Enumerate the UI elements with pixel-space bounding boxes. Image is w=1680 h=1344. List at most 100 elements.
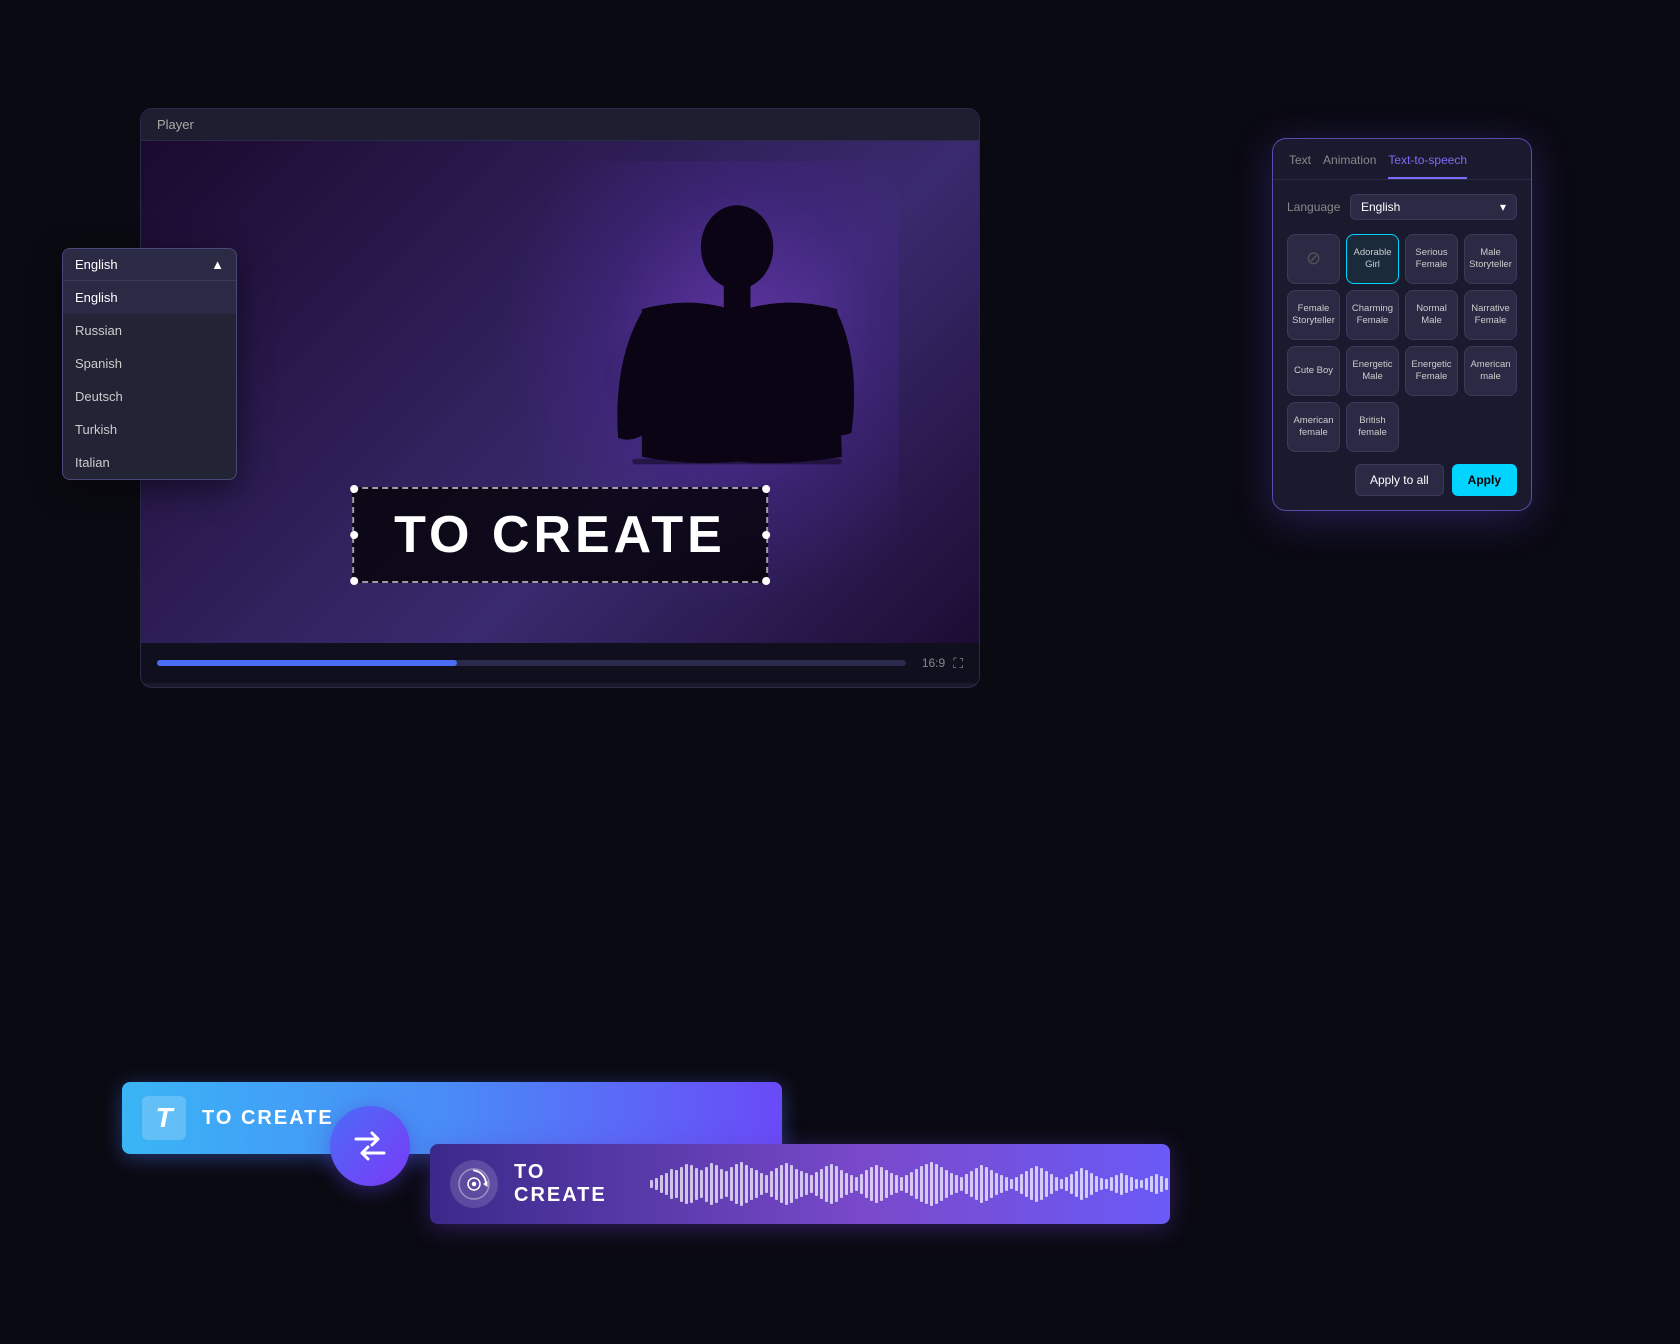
voice-option-energetic-female[interactable]: Energetic Female — [1405, 346, 1458, 396]
waveform-bar — [710, 1163, 713, 1205]
waveform-bar — [1125, 1175, 1128, 1193]
waveform-bar — [910, 1172, 913, 1196]
waveform-bar — [705, 1167, 708, 1202]
waveform-bar — [1060, 1179, 1063, 1189]
mute-icon: ⊘ — [1306, 247, 1321, 270]
waveform-bar — [895, 1175, 898, 1193]
lang-option-russian[interactable]: Russian — [63, 314, 236, 347]
waveform-bar — [820, 1169, 823, 1199]
waveform-bar — [1135, 1179, 1138, 1189]
waveform-bar — [850, 1175, 853, 1193]
lang-option-spanish[interactable]: Spanish — [63, 347, 236, 380]
waveform-bar — [890, 1173, 893, 1195]
swap-icon-button[interactable] — [330, 1106, 410, 1186]
waveform-bar — [1090, 1173, 1093, 1195]
waveform-bar — [1115, 1175, 1118, 1193]
waveform-bar — [1010, 1179, 1013, 1189]
voice-option-charming-female[interactable]: Charming Female — [1346, 290, 1399, 340]
voice-option-adorable-girl[interactable]: Adorable Girl — [1346, 234, 1399, 284]
waveform-bar — [1150, 1176, 1153, 1192]
dropdown-header[interactable]: English ▲ — [63, 249, 236, 281]
voice-option-cute-boy[interactable]: Cute Boy — [1287, 346, 1340, 396]
tab-tts[interactable]: Text-to-speech — [1388, 153, 1467, 179]
waveform-bar — [965, 1174, 968, 1194]
timeline-fill — [157, 660, 457, 666]
waveform-bar — [795, 1169, 798, 1199]
waveform-bar — [780, 1165, 783, 1203]
waveform-bar — [1075, 1171, 1078, 1197]
waveform-bar — [1065, 1177, 1068, 1191]
waveform-bar — [935, 1164, 938, 1204]
waveform-bar — [1020, 1174, 1023, 1194]
voice-option-american-female[interactable]: American female — [1287, 402, 1340, 452]
text-track-label: TO CREATE — [202, 1107, 334, 1130]
waveform-bar — [670, 1169, 673, 1199]
waveform-bar — [830, 1164, 833, 1204]
fullscreen-button[interactable]: ⛶ — [953, 655, 963, 672]
voice-option-mute[interactable]: ⊘ — [1287, 234, 1340, 284]
waveform-bar — [1165, 1178, 1168, 1190]
waveform-bar — [860, 1174, 863, 1194]
waveform-bar — [765, 1175, 768, 1193]
waveform-bar — [1025, 1171, 1028, 1197]
lang-option-italian[interactable]: Italian — [63, 446, 236, 479]
voice-option-serious-female[interactable]: Serious Female — [1405, 234, 1458, 284]
waveform-bar — [750, 1168, 753, 1200]
waveform-bar — [940, 1167, 943, 1201]
waveform-bar — [900, 1177, 903, 1191]
audio-track[interactable]: TO CREATE — [430, 1144, 1170, 1224]
text-overlay[interactable]: TO CREATE — [352, 487, 768, 583]
waveform-bar — [760, 1173, 763, 1195]
voice-option-female-storyteller[interactable]: Female Storyteller — [1287, 290, 1340, 340]
waveform-bar — [915, 1169, 918, 1199]
waveform-bar — [690, 1165, 693, 1203]
voice-cell-empty-1 — [1405, 402, 1458, 452]
waveform-bar — [665, 1173, 668, 1195]
waveform-bar — [800, 1171, 803, 1197]
audio-track-label: TO CREATE — [514, 1161, 634, 1207]
player-header: Player — [141, 109, 979, 141]
language-select[interactable]: English ▾ — [1350, 194, 1517, 220]
waveform-bar — [1035, 1166, 1038, 1202]
tab-text[interactable]: Text — [1289, 153, 1311, 179]
apply-button[interactable]: Apply — [1452, 464, 1517, 496]
waveform-bar — [735, 1164, 738, 1204]
language-dropdown[interactable]: English ▲ English Russian Spanish Deutsc… — [62, 248, 237, 480]
tab-animation[interactable]: Animation — [1323, 153, 1376, 179]
waveform-bar — [995, 1173, 998, 1195]
voice-option-male-storyteller[interactable]: Male Storyteller — [1464, 234, 1517, 284]
language-row: Language English ▾ — [1287, 194, 1517, 220]
lang-option-english[interactable]: English — [63, 281, 236, 314]
player-window: Player — [140, 108, 980, 688]
waveform-bar — [950, 1173, 953, 1195]
waveform-bar — [1120, 1173, 1123, 1195]
voice-option-narrative-female[interactable]: Narrative Female — [1464, 290, 1517, 340]
voice-option-british-female[interactable]: British female — [1346, 402, 1399, 452]
lang-option-deutsch[interactable]: Deutsch — [63, 380, 236, 413]
waveform-bar — [985, 1167, 988, 1201]
waveform-bar — [1140, 1180, 1143, 1188]
text-track-icon: T — [142, 1096, 186, 1140]
timeline-progress[interactable] — [157, 660, 906, 666]
voice-option-energetic-male[interactable]: Energetic Male — [1346, 346, 1399, 396]
waveform-bar — [1095, 1176, 1098, 1192]
waveform-bar — [905, 1175, 908, 1193]
waveform-bar — [745, 1165, 748, 1203]
waveform-bar — [1000, 1175, 1003, 1193]
waveform-bar — [1015, 1177, 1018, 1191]
aspect-ratio-label[interactable]: 16:9 — [922, 656, 945, 670]
waveform-bar — [865, 1170, 868, 1198]
voice-option-american-male[interactable]: American male — [1464, 346, 1517, 396]
tts-actions: Apply to all Apply — [1287, 464, 1517, 496]
lang-option-turkish[interactable]: Turkish — [63, 413, 236, 446]
waveform-bar — [775, 1168, 778, 1200]
tts-body: Language English ▾ ⊘ Adorable Girl Serio… — [1273, 180, 1531, 510]
selection-handle-mr — [762, 531, 770, 539]
waveform-bar — [660, 1175, 663, 1193]
voice-option-normal-male[interactable]: Normal Male — [1405, 290, 1458, 340]
waveform-bar — [945, 1170, 948, 1198]
waveform-bar — [680, 1167, 683, 1202]
apply-to-all-button[interactable]: Apply to all — [1355, 464, 1444, 496]
waveform-bar — [855, 1177, 858, 1191]
waveform-bar — [960, 1177, 963, 1191]
